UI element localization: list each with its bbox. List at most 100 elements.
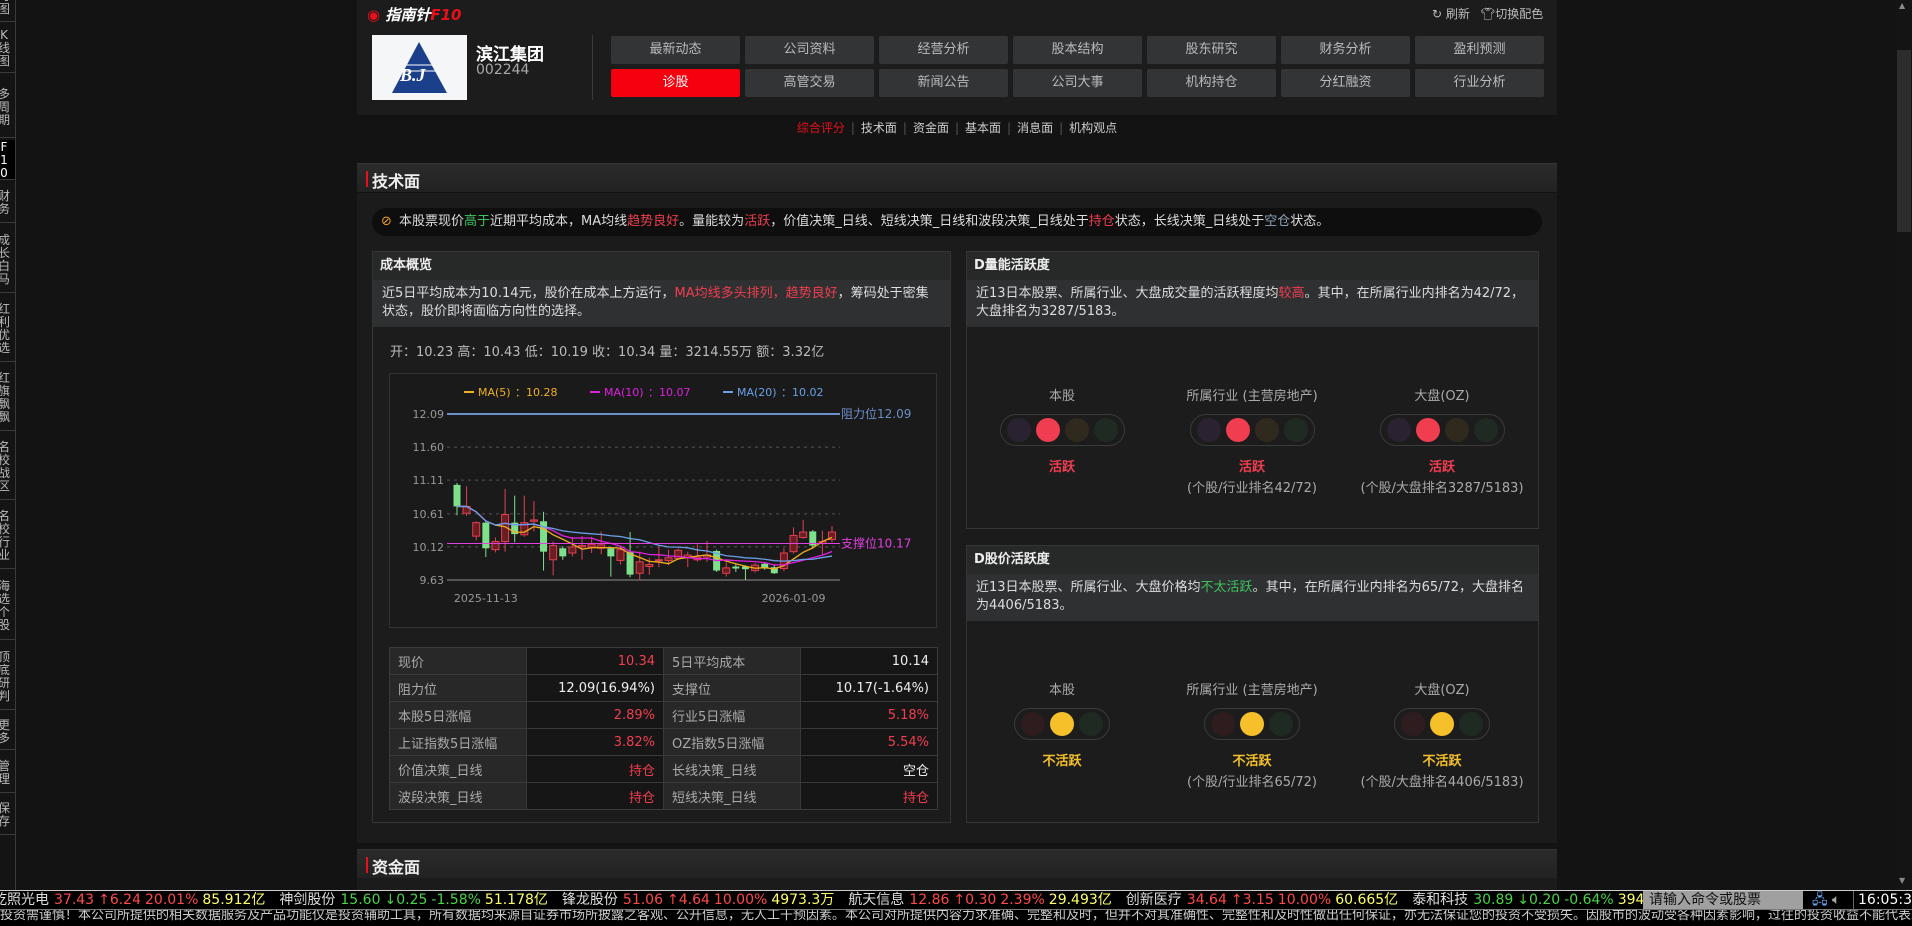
indicator-status: 不活跃 (1422, 754, 1462, 769)
sidebar-item-9[interactable]: 名校行业 (0, 503, 15, 569)
sidebar-item-1[interactable]: K线图 (0, 24, 15, 73)
traffic-light (999, 414, 1125, 446)
nav-button-0-3[interactable]: 股本结构 (1013, 36, 1142, 64)
scroll-up-icon[interactable]: ▲ (1899, 1, 1905, 10)
nav-button-0-0[interactable]: 最新动态 (611, 36, 740, 64)
sidebar-item-label: 保存 (0, 802, 11, 828)
nav-button-1-1[interactable]: 高管交易 (745, 69, 874, 97)
cell-label: 本股5日涨幅 (389, 701, 527, 729)
candle-down (732, 566, 740, 569)
y-tick-label: 9.63 (420, 574, 445, 587)
ticker-chg: 4.64 (678, 892, 710, 908)
ticker-pct: 10.00% (713, 892, 768, 908)
legend-name: MA(5) (478, 386, 511, 399)
nav-button-1-5[interactable]: 分红融资 (1281, 69, 1410, 97)
cell-value: 10.34 (526, 647, 664, 675)
support-label: 支撑位10.17 (841, 536, 911, 551)
sidebar-item-4[interactable]: 财务 (0, 183, 15, 223)
text-segment: 近期平均成本，MA均线 (490, 214, 628, 229)
scroll-thumb[interactable] (1897, 50, 1911, 232)
volume-icon[interactable]: 🔈︎ (1832, 891, 1840, 909)
f10-header: ◉ 指南针F10 ↻ 刷新 👕︎切换配色 B.J 滨江集团 002244 最新动… (357, 0, 1557, 115)
sidebar-item-7[interactable]: 红旗飘飘 (0, 364, 15, 431)
traffic-light (1189, 414, 1315, 446)
ticker-name: 创新医疗 (1125, 892, 1182, 908)
subnav-tab-5[interactable]: 机构观点 (1063, 121, 1123, 135)
sidebar-item-11[interactable]: 顶底研判 (0, 643, 15, 710)
ticker-chg: 0.20 (1529, 892, 1561, 908)
activity-indicator-1: 所属行业 (主营房地产) 活跃 (个股/行业排名42/72) (1142, 385, 1362, 496)
candle-up (472, 522, 481, 537)
theme-button[interactable]: 👕︎切换配色 (1480, 5, 1543, 22)
x-tick-label: 2026-01-09 (762, 592, 826, 605)
active-light (1430, 712, 1454, 736)
network-icon[interactable]: 🖧︎ (1812, 891, 1828, 909)
ticker-pct: 10.00% (1277, 892, 1332, 908)
activity-indicator-1: 所属行业 (主营房地产) 不活跃 (个股/行业排名65/72) (1142, 679, 1362, 790)
active-light (1240, 712, 1264, 736)
activity-indicator-2: 大盘(OZ) 活跃 (个股/大盘排名3287/5183) (1332, 385, 1552, 496)
resistance-label: 阻力位12.09 (841, 406, 911, 421)
ticker-item[interactable]: 锋龙股份 51.06 ↑4.64 10.00% 4973.3万 (562, 892, 834, 908)
refresh-button[interactable]: ↻ 刷新 (1432, 5, 1470, 22)
sidebar-item-14[interactable]: 保存 (0, 795, 15, 835)
left-sidebar: 分时图 K线图多周期 F10 财务成长白马红利优选红旗飘飘名校战区名校行业海选个股顶底… (0, 0, 16, 890)
table-row: 波段决策_日线 持仓 短线决策_日线 持仓 (389, 782, 938, 810)
sidebar-item-10[interactable]: 海选个股 (0, 572, 15, 640)
subnav-tab-4[interactable]: 消息面 (1011, 121, 1059, 135)
indicator-label: 本股 (1048, 389, 1075, 404)
table-row: 阻力位 12.09(16.94%) 支撑位 10.17(-1.64%) (389, 674, 938, 702)
indicator-rank: (个股/行业排名42/72) (1187, 481, 1317, 496)
command-input[interactable]: 请输入命令或股票 (1643, 891, 1803, 909)
nav-button-1-2[interactable]: 新闻公告 (879, 69, 1008, 97)
sidebar-item-8[interactable]: 名校战区 (0, 434, 15, 500)
ticker-item[interactable]: 乾照光电 37.43↑6.2420.01%85.912亿 (0, 892, 265, 908)
candle-up (616, 549, 625, 561)
nav-button-1-4[interactable]: 机构持仓 (1147, 69, 1276, 97)
sidebar-item-5[interactable]: 成长白马 (0, 226, 15, 293)
subnav-tab-2[interactable]: 资金面 (907, 121, 955, 135)
light (1269, 712, 1293, 736)
sidebar-item-2[interactable]: 多周期 (0, 76, 15, 138)
nav-button-1-6[interactable]: 行业分析 (1415, 69, 1544, 97)
nav-button-0-5[interactable]: 财务分析 (1281, 36, 1410, 64)
vertical-scrollbar[interactable]: ▲ ▼ (1896, 0, 1912, 890)
legend-value: ：10.07 (648, 386, 691, 399)
indicator-label: 所属行业 (主营房地产) (1186, 389, 1318, 404)
ticker-name: 锋龙股份 (561, 892, 618, 908)
ticker-item[interactable]: 航天信息 12.86 ↑0.30 2.39% 29.493亿 (848, 892, 1111, 908)
subnav-tab-1[interactable]: 技术面 (855, 121, 903, 135)
ticker-item[interactable]: 创新医疗 34.64 ↑3.15 10.00% 60.665亿 (1126, 892, 1398, 908)
volume-activity-panel: D量能活跃度 近13日本股票、所属行业、大盘成交量的活跃程度均较高。其中，在所属… (966, 251, 1539, 529)
nav-button-1-0[interactable]: 诊股 (611, 69, 740, 97)
price-activity-panel: D股价活跃度 近13日本股票、所属行业、大盘价格均不太活跃。其中，在所属行业内排… (966, 545, 1539, 823)
indicator-label: 大盘(OZ) (1414, 683, 1470, 698)
ticker-price: 34.64 (1186, 892, 1227, 908)
nav-button-1-3[interactable]: 公司大事 (1013, 69, 1142, 97)
nav-button-0-4[interactable]: 股东研究 (1147, 36, 1276, 64)
candle-down (482, 522, 490, 549)
y-tick-label: 11.60 (413, 441, 445, 454)
ticker-price: 37.43 (54, 892, 95, 908)
ticker-arrow: ↑ (1230, 892, 1243, 908)
nav-button-0-2[interactable]: 经营分析 (879, 36, 1008, 64)
sidebar-item-6[interactable]: 红利优选 (0, 295, 15, 362)
nav-button-0-6[interactable]: 盈利预测 (1415, 36, 1544, 64)
sidebar-item-0[interactable]: 分时图 (0, 0, 15, 22)
subnav-tab-3[interactable]: 基本面 (959, 121, 1007, 135)
light (1283, 418, 1308, 442)
sidebar-item-label: 名校战区 (0, 441, 11, 493)
sidebar-item-13[interactable]: 管理 (0, 753, 15, 793)
ticker-price: 12.86 (909, 892, 950, 908)
light (1401, 712, 1425, 736)
scroll-down-icon[interactable]: ▼ (1899, 876, 1905, 885)
sidebar-item-3[interactable]: F10 (0, 140, 15, 180)
nav-button-0-1[interactable]: 公司资料 (745, 36, 874, 64)
subnav-tab-0[interactable]: 综合评分 (791, 121, 851, 135)
cell-label: 支撑位 (663, 674, 801, 702)
ticker-item[interactable]: 神剑股份 15.60 ↓0.25 -1.58% 51.178亿 (279, 892, 548, 908)
cell-label: 价值决策_日线 (389, 755, 527, 783)
sidebar-item-12[interactable]: 更多 (0, 713, 15, 750)
traffic-light (1014, 708, 1110, 740)
candle-up (654, 559, 663, 562)
